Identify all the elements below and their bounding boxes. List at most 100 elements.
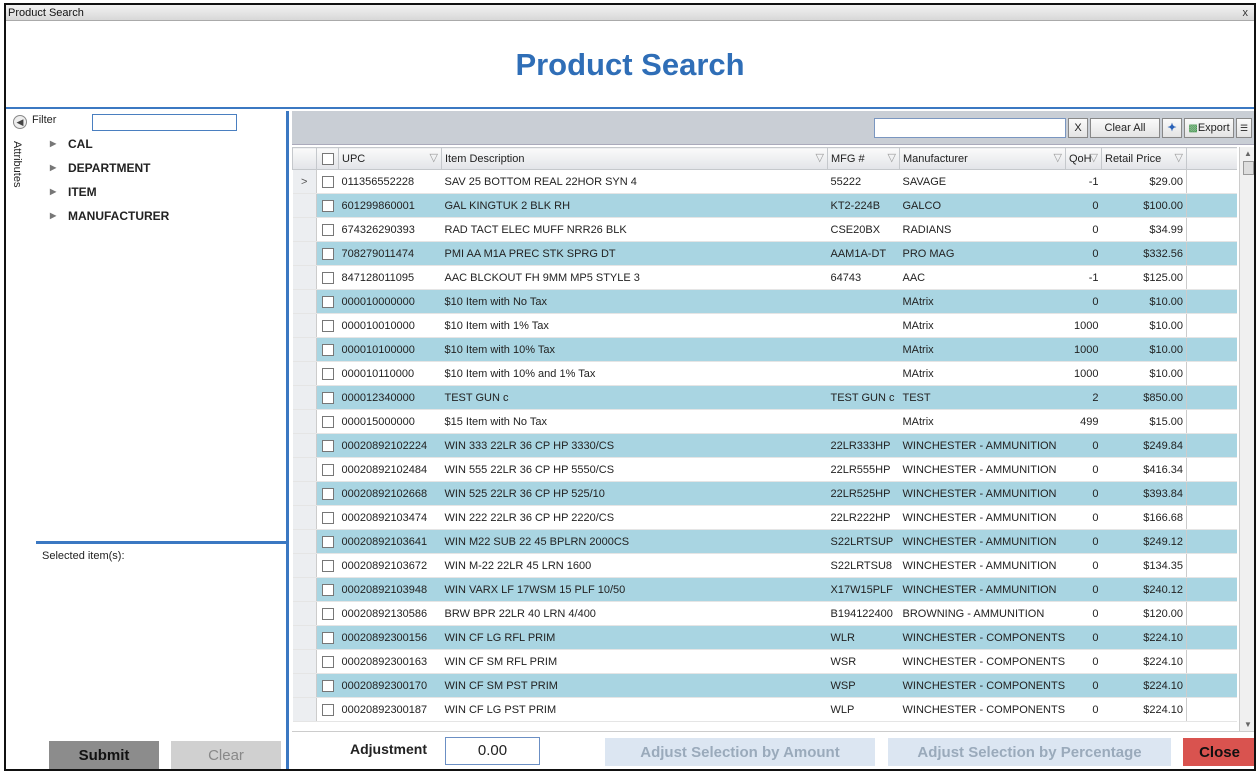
row-indicator[interactable] bbox=[292, 361, 317, 386]
adjust-by-percentage-button[interactable]: Adjust Selection by Percentage bbox=[888, 738, 1171, 766]
row-indicator[interactable] bbox=[292, 337, 317, 362]
table-row[interactable]: 00020892300156 WIN CF LG RFL PRIM WLR WINCH… bbox=[292, 625, 1237, 650]
grid-search-input[interactable] bbox=[874, 118, 1066, 138]
table-row[interactable]: 000012340000 TEST GUN c TEST GUN c TEST 2 $85… bbox=[292, 385, 1237, 410]
table-row[interactable]: 601299860001 GAL KINGTUK 2 BLK RH KT2-224B… bbox=[292, 193, 1237, 218]
row-indicator[interactable] bbox=[292, 697, 317, 722]
adjust-by-amount-button[interactable]: Adjust Selection by Amount bbox=[605, 738, 875, 766]
row-checkbox[interactable] bbox=[316, 409, 339, 434]
row-checkbox[interactable] bbox=[316, 697, 339, 722]
row-checkbox[interactable] bbox=[316, 481, 339, 506]
filter-input[interactable] bbox=[92, 114, 237, 131]
row-indicator[interactable] bbox=[292, 577, 317, 602]
row-indicator[interactable] bbox=[292, 553, 317, 578]
clear-all-button[interactable]: Clear All bbox=[1090, 118, 1160, 138]
row-indicator[interactable] bbox=[292, 241, 317, 266]
row-indicator[interactable] bbox=[292, 409, 317, 434]
row-checkbox[interactable] bbox=[316, 169, 339, 194]
tree-item-department[interactable]: ▶ DEPARTMENT bbox=[50, 160, 169, 184]
row-checkbox[interactable] bbox=[316, 649, 339, 674]
table-row[interactable]: 000010100000 $10 Item with 10% Tax MAtrix 1… bbox=[292, 337, 1237, 362]
adjustment-input[interactable]: 0.00 bbox=[445, 737, 540, 765]
row-indicator[interactable] bbox=[292, 601, 317, 626]
table-row[interactable]: 00020892102484 WIN 555 22LR 36 CP HP 5550… bbox=[292, 457, 1237, 482]
table-row[interactable]: 00020892103641 WIN M22 SUB 22 45 BPLRN 20… bbox=[292, 529, 1237, 554]
row-indicator[interactable]: > bbox=[292, 169, 317, 194]
expand-arrow-icon[interactable]: ▶ bbox=[50, 184, 68, 200]
row-indicator[interactable] bbox=[292, 625, 317, 650]
window-close-icon[interactable]: x bbox=[1243, 5, 1249, 21]
clear-search-button[interactable]: X bbox=[1068, 118, 1088, 138]
row-checkbox[interactable] bbox=[316, 625, 339, 650]
table-row[interactable]: 00020892102668 WIN 525 22LR 36 CP HP 525/… bbox=[292, 481, 1237, 506]
row-checkbox[interactable] bbox=[316, 505, 339, 530]
row-checkbox[interactable] bbox=[316, 529, 339, 554]
row-checkbox[interactable] bbox=[316, 577, 339, 602]
scroll-thumb[interactable] bbox=[1243, 161, 1254, 175]
export-button[interactable]: ▩Export bbox=[1184, 118, 1234, 138]
pin-icon[interactable]: ✦ bbox=[1162, 118, 1182, 138]
tree-item-manufacturer[interactable]: ▶ MANUFACTURER bbox=[50, 208, 169, 232]
table-row[interactable]: 000010010000 $10 Item with 1% Tax MAtrix 10… bbox=[292, 313, 1237, 338]
column-header-manufacturer[interactable]: Manufacturer ▽ bbox=[899, 147, 1066, 170]
table-row[interactable]: 674326290393 RAD TACT ELEC MUFF NRR26 BLK… bbox=[292, 217, 1237, 242]
row-indicator[interactable] bbox=[292, 649, 317, 674]
attributes-tab[interactable]: Attributes bbox=[11, 141, 23, 187]
column-header-qoh[interactable]: QoH ▽ bbox=[1065, 147, 1102, 170]
table-row[interactable]: 00020892103474 WIN 222 22LR 36 CP HP 2220… bbox=[292, 505, 1237, 530]
row-checkbox[interactable] bbox=[316, 361, 339, 386]
table-row[interactable]: 000015000000 $15 Item with No Tax MAtrix 49… bbox=[292, 409, 1237, 434]
table-row[interactable]: 00020892102224 WIN 333 22LR 36 CP HP 3330… bbox=[292, 433, 1237, 458]
row-checkbox[interactable] bbox=[316, 193, 339, 218]
row-checkbox[interactable] bbox=[316, 385, 339, 410]
row-checkbox[interactable] bbox=[316, 433, 339, 458]
scroll-up-icon[interactable]: ▲ bbox=[1244, 149, 1252, 158]
table-row[interactable]: 00020892130586 BRW BPR 22LR 40 LRN 4/400 B… bbox=[292, 601, 1237, 626]
column-header-mfg[interactable]: MFG # ▽ bbox=[827, 147, 900, 170]
row-checkbox[interactable] bbox=[316, 241, 339, 266]
close-button[interactable]: Close bbox=[1183, 738, 1254, 766]
scroll-down-icon[interactable]: ▼ bbox=[1244, 720, 1252, 729]
table-row[interactable]: 00020892103948 WIN VARX LF 17WSM 15 PLF 1… bbox=[292, 577, 1237, 602]
row-checkbox[interactable] bbox=[316, 673, 339, 698]
row-indicator[interactable] bbox=[292, 433, 317, 458]
row-checkbox[interactable] bbox=[316, 289, 339, 314]
table-row[interactable]: 00020892300163 WIN CF SM RFL PRIM WSR WINCH… bbox=[292, 649, 1237, 674]
tree-item-cal[interactable]: ▶ CAL bbox=[50, 136, 169, 160]
collapse-panel-icon[interactable]: ◀ bbox=[13, 115, 27, 129]
clear-button[interactable]: Clear bbox=[171, 741, 281, 769]
expand-arrow-icon[interactable]: ▶ bbox=[50, 136, 68, 152]
table-row[interactable]: 00020892103672 WIN M-22 22LR 45 LRN 1600 S… bbox=[292, 553, 1237, 578]
expand-arrow-icon[interactable]: ▶ bbox=[50, 208, 68, 224]
column-header-retail-price[interactable]: Retail Price ▽ bbox=[1101, 147, 1187, 170]
select-all-checkbox[interactable] bbox=[316, 147, 339, 170]
row-checkbox[interactable] bbox=[316, 217, 339, 242]
expand-arrow-icon[interactable]: ▶ bbox=[50, 160, 68, 176]
table-row[interactable]: 000010000000 $10 Item with No Tax MAtrix 0 $… bbox=[292, 289, 1237, 314]
table-row[interactable]: >011356552228 SAV 25 BOTTOM REAL 22HOR SY… bbox=[292, 169, 1237, 194]
table-row[interactable]: 847128011095 AAC BLCKOUT FH 9MM MP5 STYLE… bbox=[292, 265, 1237, 290]
row-indicator[interactable] bbox=[292, 457, 317, 482]
row-indicator[interactable] bbox=[292, 481, 317, 506]
row-indicator[interactable] bbox=[292, 313, 317, 338]
row-checkbox[interactable] bbox=[316, 313, 339, 338]
column-header-description[interactable]: Item Description ▽ bbox=[441, 147, 828, 170]
row-checkbox[interactable] bbox=[316, 265, 339, 290]
row-indicator[interactable] bbox=[292, 289, 317, 314]
row-indicator[interactable] bbox=[292, 505, 317, 530]
row-checkbox[interactable] bbox=[316, 337, 339, 362]
table-row[interactable]: 00020892300187 WIN CF LG PST PRIM WLP WINCH… bbox=[292, 697, 1237, 722]
grid-scrollbar[interactable]: ▲ ▼ bbox=[1239, 147, 1254, 731]
table-row[interactable]: 708279011474 PMI AA M1A PREC STK SPRG DT A… bbox=[292, 241, 1237, 266]
table-row[interactable]: 00020892300170 WIN CF SM PST PRIM WSP WINCH… bbox=[292, 673, 1237, 698]
table-row[interactable]: 000010110000 $10 Item with 10% and 1% Tax… bbox=[292, 361, 1237, 386]
row-checkbox[interactable] bbox=[316, 553, 339, 578]
column-chooser-icon[interactable]: ☰ bbox=[1236, 118, 1252, 138]
row-indicator[interactable] bbox=[292, 217, 317, 242]
row-checkbox[interactable] bbox=[316, 457, 339, 482]
row-checkbox[interactable] bbox=[316, 601, 339, 626]
tree-item-item[interactable]: ▶ ITEM bbox=[50, 184, 169, 208]
row-indicator[interactable] bbox=[292, 265, 317, 290]
row-indicator[interactable] bbox=[292, 529, 317, 554]
submit-button[interactable]: Submit bbox=[49, 741, 159, 769]
